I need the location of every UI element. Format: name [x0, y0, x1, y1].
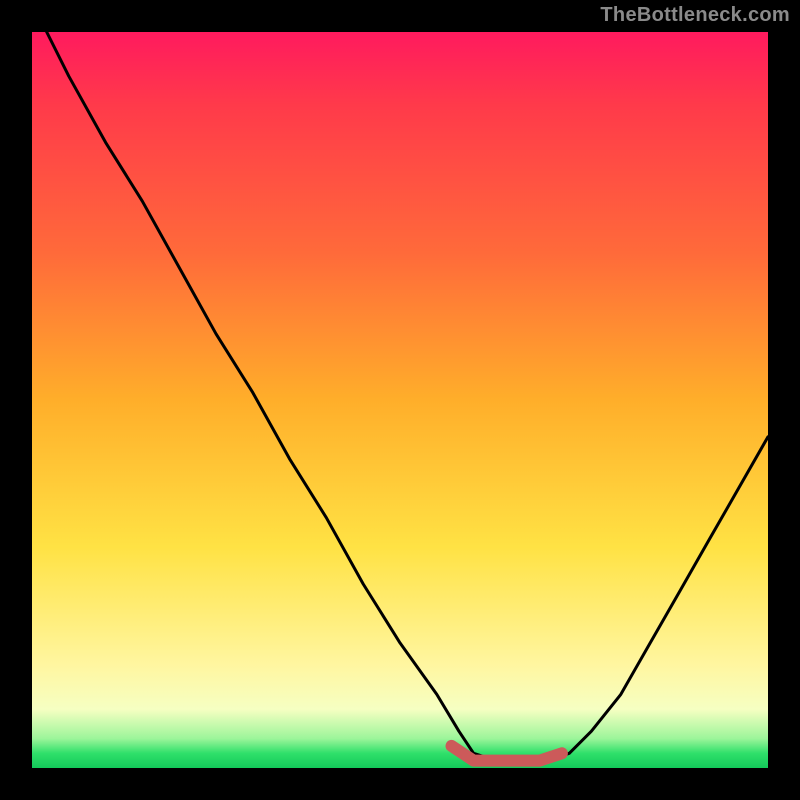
chart-frame: TheBottleneck.com — [0, 0, 800, 800]
watermark-text: TheBottleneck.com — [600, 4, 790, 27]
chart-svg — [32, 32, 768, 768]
optimal-range-marker — [452, 746, 562, 761]
plot-area — [32, 32, 768, 768]
bottleneck-curve — [47, 32, 768, 761]
